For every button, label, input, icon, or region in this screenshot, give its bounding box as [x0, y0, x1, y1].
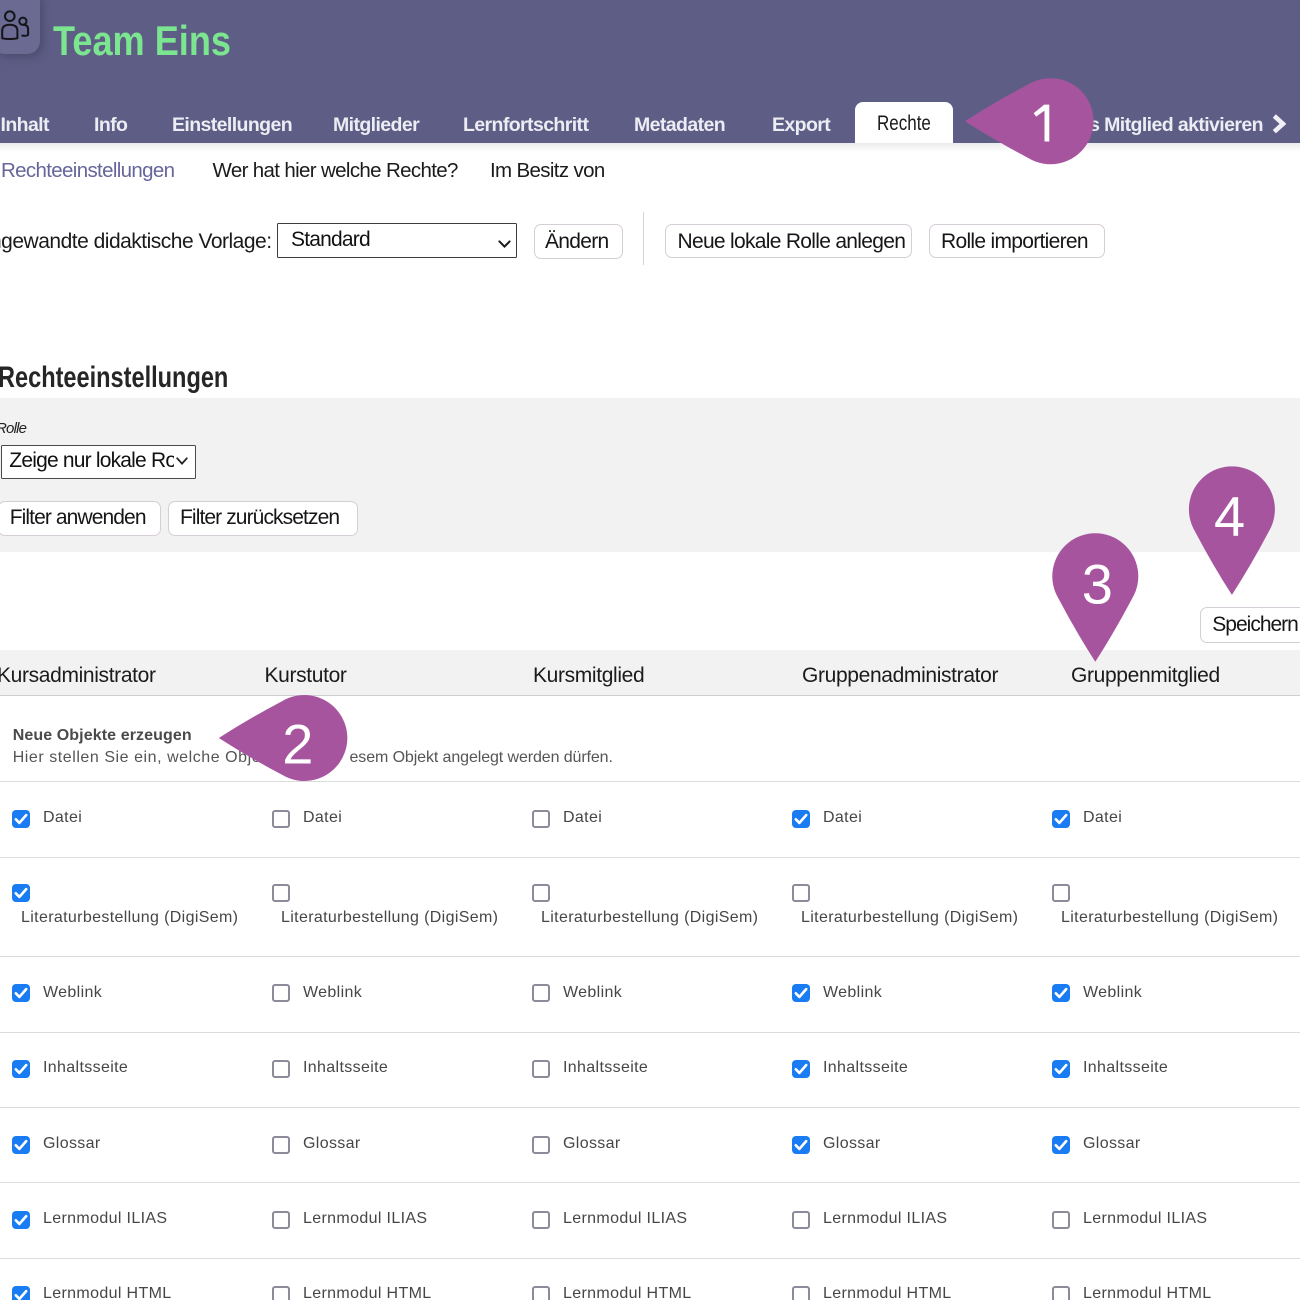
svg-text:3: 3 — [1082, 552, 1113, 615]
svg-text:2: 2 — [282, 713, 313, 776]
svg-text:4: 4 — [1214, 484, 1245, 547]
